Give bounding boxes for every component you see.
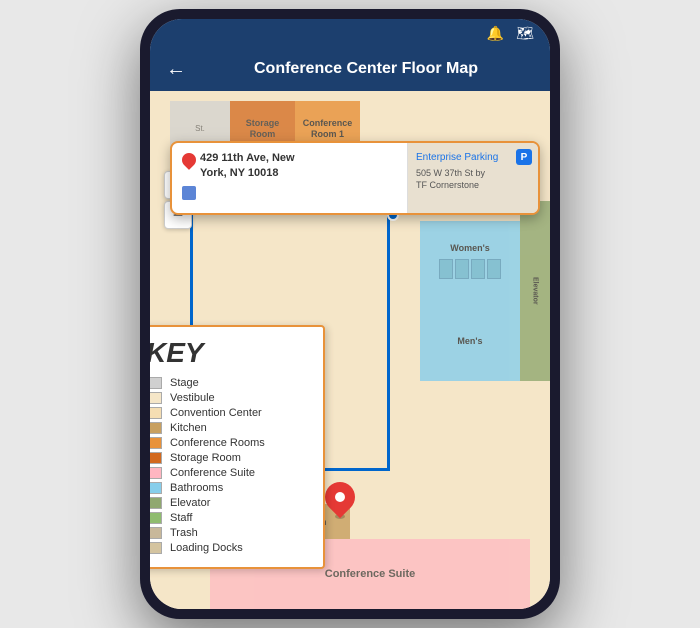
key-item: Kitchen <box>150 422 309 434</box>
pin-inner <box>335 492 345 502</box>
bell-icon[interactable]: 🔔 <box>487 25 504 42</box>
nav-bar: ← Conference Center Floor Map <box>150 47 550 91</box>
status-bar: 🔔 🗺 <box>150 19 550 47</box>
key-swatch <box>150 542 162 554</box>
cornerstone-text: 505 W 37th St byTF Cornerstone <box>416 168 530 191</box>
back-button[interactable]: ← <box>166 58 186 81</box>
room-womens[interactable]: Women's <box>420 221 520 301</box>
key-label: Conference Rooms <box>170 437 265 449</box>
key-item: Stage <box>150 377 309 389</box>
key-item: Elevator <box>150 497 309 509</box>
key-label: Storage Room <box>170 452 241 464</box>
key-swatch <box>150 452 162 464</box>
key-swatch <box>150 407 162 419</box>
key-swatch <box>150 422 162 434</box>
pin-head <box>319 476 361 518</box>
key-item: Conference Rooms <box>150 437 309 449</box>
enterprise-parking-text: Enterprise Parking <box>416 151 530 164</box>
key-label: Stage <box>170 377 199 389</box>
map-popup[interactable]: 429 11th Ave, New York, NY 10018 P Enter… <box>170 141 540 215</box>
key-label: Kitchen <box>170 422 207 434</box>
key-item: Bathrooms <box>150 482 309 494</box>
key-swatch <box>150 377 162 389</box>
key-label: Vestibule <box>170 392 215 404</box>
parking-badge: P <box>516 149 532 165</box>
key-label: Conference Suite <box>170 467 255 479</box>
location-pin <box>325 482 355 519</box>
key-label: Convention Center <box>170 407 262 419</box>
key-swatch <box>150 527 162 539</box>
key-label: Trash <box>170 527 198 539</box>
key-swatch <box>150 437 162 449</box>
key-title: KEY <box>150 337 309 369</box>
store-icon <box>182 186 196 200</box>
key-label: Loading Docks <box>170 542 243 554</box>
key-swatch <box>150 482 162 494</box>
phone-shell: 🔔 🗺 ← Conference Center Floor Map St. St… <box>140 9 560 619</box>
map-icon[interactable]: 🗺 <box>516 25 534 42</box>
room-mens[interactable]: Men's <box>420 301 520 381</box>
key-item: Convention Center <box>150 407 309 419</box>
key-item: Staff <box>150 512 309 524</box>
key-swatch <box>150 467 162 479</box>
popup-address: 429 11th Ave, New York, NY 10018 <box>200 151 295 182</box>
key-swatch <box>150 392 162 404</box>
key-overlay: KEY Stage Vestibule Convention Center Kitch… <box>150 325 325 569</box>
key-item: Vestibule <box>150 392 309 404</box>
popup-left: 429 11th Ave, New York, NY 10018 <box>172 143 407 213</box>
popup-right: P Enterprise Parking 505 W 37th St byTF … <box>408 143 538 213</box>
key-swatch <box>150 497 162 509</box>
key-label: Staff <box>170 512 192 524</box>
key-items: Stage Vestibule Convention Center Kitchen Co… <box>150 377 309 554</box>
key-item: Trash <box>150 527 309 539</box>
key-label: Bathrooms <box>170 482 223 494</box>
key-item: Storage Room <box>150 452 309 464</box>
key-swatch <box>150 512 162 524</box>
key-item: Loading Docks <box>150 542 309 554</box>
map-container: St. Storage Room Conference Room 1 Eleva… <box>150 91 550 609</box>
popup-pin-icon <box>179 150 199 170</box>
room-elevator[interactable]: Elevator <box>520 201 550 381</box>
key-label: Elevator <box>170 497 210 509</box>
page-title: Conference Center Floor Map <box>198 60 534 78</box>
key-item: Conference Suite <box>150 467 309 479</box>
phone-screen: 🔔 🗺 ← Conference Center Floor Map St. St… <box>150 19 550 609</box>
